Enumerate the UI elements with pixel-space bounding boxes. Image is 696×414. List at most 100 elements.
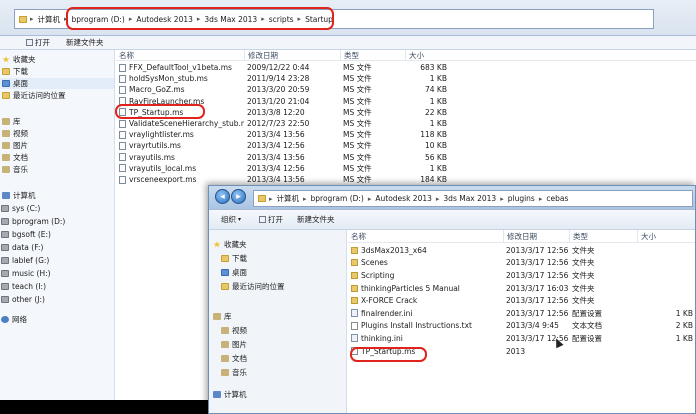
file-row[interactable]: X-FORCE Crack 2013/3/17 12:56 文件夹 [348, 294, 695, 307]
breadcrumb-plugins[interactable]: plugins [505, 194, 538, 203]
nav-recent[interactable]: 最近访问的位置 [209, 280, 346, 293]
file-row[interactable]: holdSysMon_stub.ms 2011/9/14 23:28 MS 文件 1 … [116, 73, 696, 84]
nav-music[interactable]: 音乐 [209, 366, 346, 379]
file-row[interactable]: Plugins Install Instructions.txt 2013/3/4… [348, 320, 695, 333]
column-name[interactable]: 名称 [116, 50, 244, 60]
breadcrumb-drive[interactable]: bprogram (D:) [69, 15, 128, 24]
breadcrumb-autodesk[interactable]: Autodesk 2013 [133, 15, 196, 24]
nav-drive-c[interactable]: sys (C:) [0, 203, 114, 214]
file-row[interactable]: TP_Startup.ms 2013/3/8 12:20 MS 文件 22 KB [116, 107, 696, 118]
music-icon [2, 166, 10, 173]
file-type-text: MS 文件 [343, 119, 372, 129]
file-size: 184 KB [405, 174, 451, 185]
nav-drive-h[interactable]: music (H:) [0, 268, 114, 279]
new-folder-button[interactable]: 新建文件夹 [291, 214, 343, 225]
breadcrumb-3dsmax[interactable]: 3ds Max 2013 [440, 194, 499, 203]
file-row[interactable]: ValidateSceneHierarchy_stub.ms 2012/7/23 … [116, 118, 696, 129]
column-date[interactable]: 修改日期 [503, 230, 569, 242]
nav-pictures[interactable]: 图片 [0, 140, 114, 151]
column-size[interactable]: 大小 [637, 230, 695, 242]
nav-drive-g[interactable]: lablef (G:) [0, 255, 114, 266]
file-row[interactable]: 3dsMax2013_x64 2013/3/17 12:56 文件夹 [348, 244, 695, 257]
nav-drive-e[interactable]: bgsoft (E:) [0, 229, 114, 240]
file-row[interactable]: TP_Startup.ms 2013 [348, 345, 695, 358]
new-folder-button[interactable]: 新建文件夹 [58, 37, 112, 48]
file-date-text: 2013/3/17 12:56 [506, 270, 569, 280]
file-row[interactable]: finalrender.ini 2013/3/17 12:56 配置设置 1 KB [348, 307, 695, 320]
nav-pictures[interactable]: 图片 [209, 338, 346, 351]
open-button[interactable]: 打开 [0, 37, 58, 48]
breadcrumb-startup[interactable]: Startup [302, 15, 336, 24]
file-type: 配置设置 [569, 332, 637, 345]
file-date: 2013/3/4 9:45 [503, 320, 569, 333]
nav-drive-i[interactable]: teach (I:) [0, 281, 114, 292]
file-row[interactable]: Scripting 2013/3/17 12:56 文件夹 [348, 269, 695, 282]
file-row[interactable]: vrayrtutils.ms 2013/3/4 12:56 MS 文件 10 KB [116, 140, 696, 151]
file-row[interactable]: vrsceneexport.ms 2013/3/4 13:56 MS 文件 184 K… [116, 174, 696, 185]
nav-documents[interactable]: 文档 [0, 152, 114, 163]
file-row[interactable]: vrayutils.ms 2013/3/4 13:56 MS 文件 56 KB [116, 152, 696, 163]
nav-libraries[interactable]: 库 [0, 116, 114, 127]
file-size: 1 KB [405, 73, 451, 84]
nav-computer[interactable]: 计算机 [209, 388, 346, 401]
file-name-text: X-FORCE Crack [361, 296, 418, 306]
nav-videos[interactable]: 视频 [0, 128, 114, 139]
file-row[interactable]: vrayutils_local.ms 2013/3/4 12:56 MS 文件 1 K… [116, 163, 696, 174]
nav-computer[interactable]: 计算机 [0, 190, 114, 201]
file-row[interactable]: RayFireLauncher.ms 2013/1/20 21:04 MS 文件 1 … [116, 96, 696, 107]
column-type[interactable]: 类型 [340, 50, 405, 60]
nav-favorites[interactable]: 收藏夹 [209, 238, 346, 251]
nav-label: 桌面 [13, 79, 28, 88]
file-date: 2013/3/4 13:56 [244, 152, 340, 163]
front-breadcrumb[interactable]: ▸ 计算机 ▸ bprogram (D:) ▸ Autodesk 2013 ▸ … [253, 190, 693, 207]
breadcrumb-3dsmax[interactable]: 3ds Max 2013 [201, 15, 260, 24]
file-row[interactable]: thinking.ini 2013/3/17 12:56 配置设置 1 KB [348, 332, 695, 345]
file-type: 文件夹 [569, 269, 637, 282]
breadcrumb-computer[interactable]: 计算机 [274, 193, 303, 204]
file-row[interactable]: Macro_GoZ.ms 2013/3/20 20:59 MS 文件 74 KB [116, 84, 696, 95]
back-navigation-pane: 收藏夹 下载 桌面 最近访问的位置 库 视频 图片 文档 音乐 计算机 sys … [0, 50, 115, 414]
breadcrumb-drive[interactable]: bprogram (D:) [308, 194, 367, 203]
drive-icon [1, 205, 9, 212]
open-button[interactable]: 打开 [249, 214, 291, 225]
nav-desktop[interactable]: 桌面 [0, 78, 114, 89]
column-size[interactable]: 大小 [405, 50, 475, 60]
back-breadcrumb[interactable]: ▸ 计算机 ▸ bprogram (D:) ▸ Autodesk 2013 ▸ … [14, 9, 654, 29]
nav-favorites[interactable]: 收藏夹 [0, 54, 114, 65]
nav-drive-d[interactable]: bprogram (D:) [0, 216, 114, 227]
front-address-bar: ◂ ▸ ▸ 计算机 ▸ bprogram (D:) ▸ Autodesk 201… [209, 186, 695, 210]
breadcrumb-cebas[interactable]: cebas [543, 194, 571, 203]
nav-downloads[interactable]: 下载 [209, 252, 346, 265]
nav-drive-j[interactable]: other (J:) [0, 294, 114, 305]
organize-button[interactable]: 组织 ▾ [209, 214, 249, 225]
column-name[interactable]: 名称 [348, 230, 503, 242]
column-date[interactable]: 修改日期 [244, 50, 340, 60]
nav-drive-f[interactable]: data (F:) [0, 242, 114, 253]
file-row[interactable]: thinkingParticles 5 Manual 2013/3/17 16:0… [348, 282, 695, 295]
drive-icon [1, 296, 9, 303]
file-row[interactable]: Scenes 2013/3/17 12:56 文件夹 [348, 257, 695, 270]
nav-downloads[interactable]: 下载 [0, 66, 114, 77]
file-row[interactable]: vraylightlister.ms 2013/3/4 13:56 MS 文件 118… [116, 129, 696, 140]
nav-music[interactable]: 音乐 [0, 164, 114, 175]
file-row[interactable]: FFX_DefaultTool_v1beta.ms 2009/12/22 0:44… [116, 62, 696, 73]
nav-libraries[interactable]: 库 [209, 310, 346, 323]
file-type: 文件夹 [569, 257, 637, 270]
back-arrow-icon[interactable]: ◂ [215, 189, 230, 204]
file-size: 1 KB [405, 96, 451, 107]
column-type[interactable]: 类型 [569, 230, 637, 242]
nav-label: teach (I:) [12, 282, 47, 291]
file-name: Scripting [348, 269, 503, 282]
nav-desktop[interactable]: 桌面 [209, 266, 346, 279]
nav-videos[interactable]: 视频 [209, 324, 346, 337]
breadcrumb-scripts[interactable]: scripts [266, 15, 297, 24]
nav-network[interactable]: 网络 [0, 314, 114, 325]
nav-recent[interactable]: 最近访问的位置 [0, 90, 114, 101]
front-toolbar: 组织 ▾ 打开 新建文件夹 [209, 210, 695, 230]
forward-arrow-icon[interactable]: ▸ [231, 189, 246, 204]
breadcrumb-computer[interactable]: 计算机 [35, 14, 64, 25]
nav-documents[interactable]: 文档 [209, 352, 346, 365]
breadcrumb-autodesk[interactable]: Autodesk 2013 [372, 194, 435, 203]
file-name-text: TP_Startup.ms [129, 107, 184, 117]
nav-label: sys (C:) [12, 204, 41, 213]
